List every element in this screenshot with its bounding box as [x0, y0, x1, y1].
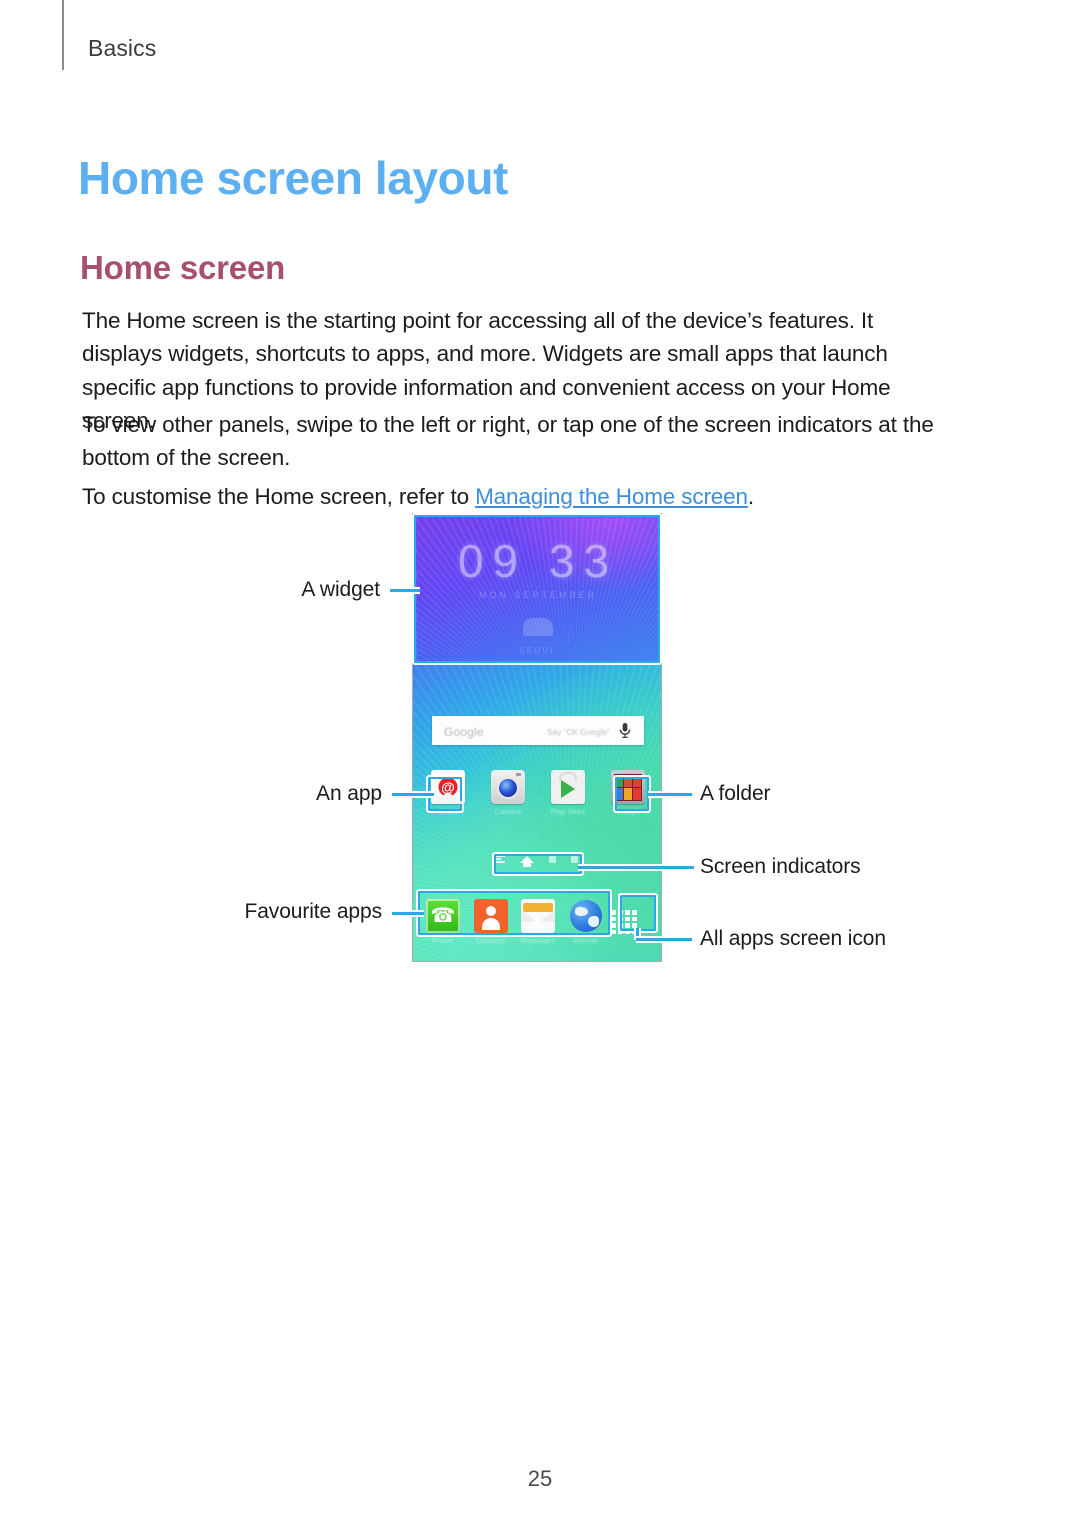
app-label: Camera [494, 807, 522, 816]
callout-box-folder [613, 775, 651, 813]
folder-mini-icon [624, 775, 632, 787]
callout-label-widget: A widget [301, 578, 380, 601]
callout-box-all-apps [618, 893, 658, 933]
envelope-body [521, 910, 555, 922]
page-number: 25 [527, 1466, 553, 1491]
dock-app-internet[interactable]: Internet [564, 899, 608, 945]
leader-line-indicators [578, 866, 694, 869]
callout-label-favourites: Favourite apps [244, 900, 382, 923]
google-wordmark: Google [444, 725, 484, 739]
camera-flash [516, 773, 521, 776]
home-indicator-icon[interactable] [520, 855, 534, 867]
messages-icon[interactable] [521, 899, 555, 933]
folder-mini-icon [615, 775, 623, 787]
camera-icon[interactable] [491, 770, 525, 804]
body-paragraph-3: To customise the Home screen, refer to M… [82, 480, 952, 514]
paragraph-3-prefix: To customise the Home screen, refer to [82, 483, 476, 509]
google-voice-hint: Say “Ok Google” [546, 727, 610, 737]
callout-box-widget [412, 513, 662, 665]
weather-cloud-icon [523, 618, 553, 636]
app-label: Google [615, 807, 641, 816]
folder-mini-icons [614, 774, 642, 801]
email-icon[interactable]: @ [431, 770, 465, 804]
running-head: Basics [88, 35, 157, 61]
favourite-apps-dock: Phone Contacts Messages Internet [421, 899, 655, 945]
folder-mini-icon [624, 788, 632, 800]
internet-icon[interactable] [569, 899, 603, 933]
email-at-glyph: @ [441, 779, 455, 795]
dock-label: Messages [520, 936, 556, 945]
dock-label: Phone [432, 936, 454, 945]
callout-label-folder: A folder [700, 782, 771, 805]
panel-indicator-icon[interactable] [549, 855, 556, 863]
paragraph-3-suffix: . [747, 483, 754, 509]
callout-label-app: An app [316, 782, 382, 805]
play-triangle [561, 780, 575, 798]
header-rule [62, 0, 64, 70]
folder-mini-icon [633, 775, 641, 787]
play-store-icon[interactable] [551, 770, 585, 804]
phone-screen: 09 33 MON SEPTEMBER SEOUL Google Say “Ok… [412, 513, 662, 962]
globe-landmass [587, 916, 599, 927]
folder-mini-icon [633, 788, 641, 800]
phone-icon[interactable] [426, 899, 460, 933]
app-shortcut-folder[interactable]: Google [600, 770, 656, 816]
body-paragraph-2: To view other panels, swipe to the left … [82, 411, 934, 471]
apps-grid-icon[interactable] [611, 910, 637, 934]
microphone-icon[interactable] [617, 722, 633, 739]
app-shortcut-play-store[interactable]: Play Store [540, 770, 596, 816]
envelope-flap [521, 917, 555, 933]
app-label: Email [438, 807, 458, 816]
app-label: Play Store [550, 807, 586, 816]
managing-home-screen-link[interactable]: Managing the Home screen [475, 484, 748, 509]
dock-app-phone[interactable]: Phone [421, 899, 465, 945]
dock-app-messages[interactable]: Messages [516, 899, 560, 945]
google-search-bar[interactable]: Google Say “Ok Google” [432, 716, 644, 745]
chapter-title: Home screen layout [78, 151, 508, 204]
play-triangle-top [561, 780, 575, 789]
leader-line-favourites [392, 912, 424, 915]
leader-line-folder [648, 793, 692, 796]
dock-label: Contacts [475, 936, 506, 945]
message-band [523, 903, 553, 912]
app-shortcut-camera[interactable]: Camera [480, 770, 536, 816]
folder-icon[interactable] [611, 770, 645, 804]
clock-widget-time: 09 33 [417, 534, 659, 588]
screen-indicators[interactable] [496, 855, 578, 867]
dock-app-contacts[interactable]: Contacts [469, 899, 513, 945]
clock-widget[interactable]: 09 33 MON SEPTEMBER SEOUL [417, 518, 659, 661]
callout-box-app [426, 775, 464, 813]
app-shortcut-row: @ Email Camera Play Store Google [418, 770, 658, 816]
clock-widget-location: SEOUL [519, 646, 557, 655]
clock-hours: 09 [457, 535, 528, 587]
leader-line-widget [390, 589, 420, 592]
callout-box-favourites [416, 889, 612, 937]
callout-label-indicators: Screen indicators [700, 855, 861, 878]
globe-landmass [574, 907, 588, 916]
leader-line-all-apps-vertical [636, 928, 639, 940]
bag-handle [559, 772, 577, 781]
leader-line-app [392, 793, 434, 796]
app-shortcut-email[interactable]: @ Email [420, 770, 476, 816]
dock-label: Internet [572, 936, 599, 945]
clock-minutes: 33 [548, 535, 619, 587]
flipboard-indicator-icon[interactable] [496, 855, 505, 863]
all-apps-button[interactable] [611, 910, 655, 934]
callout-box-indicators [492, 852, 584, 876]
callout-label-all-apps: All apps screen icon [700, 927, 886, 950]
home-screen-figure: 09 33 MON SEPTEMBER SEOUL Google Say “Ok… [0, 0, 1080, 1527]
folder-mini-icon [615, 788, 623, 800]
clock-widget-date: MON SEPTEMBER [478, 590, 597, 600]
contacts-icon[interactable] [473, 899, 508, 933]
panel-indicator-icon[interactable] [571, 855, 578, 863]
leader-line-all-apps [636, 938, 692, 941]
section-title: Home screen [80, 249, 286, 287]
